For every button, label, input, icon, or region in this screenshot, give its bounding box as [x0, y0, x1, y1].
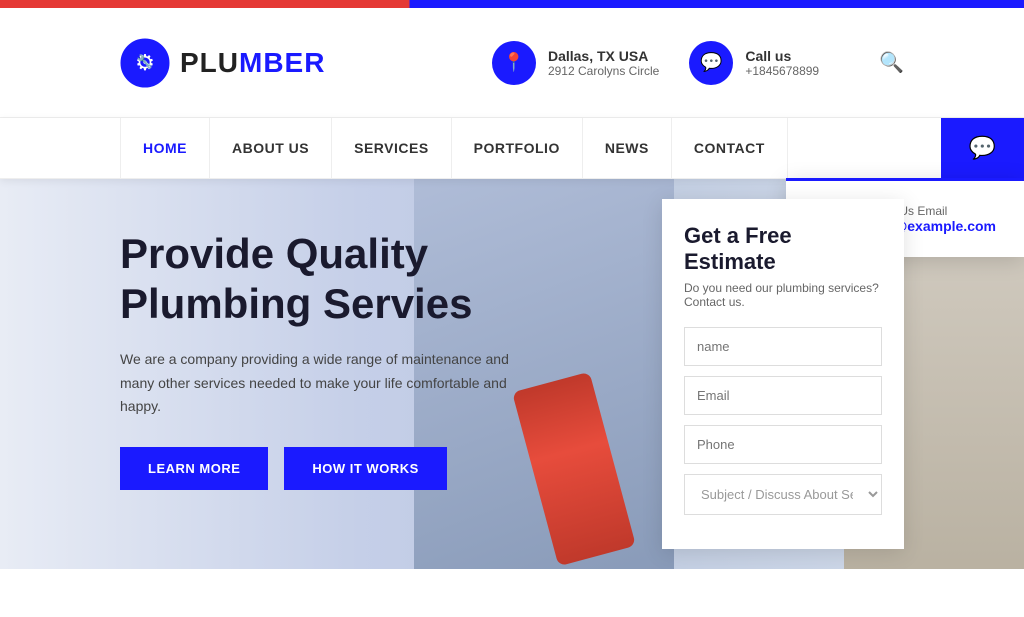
logo-text: PLUMBER	[180, 47, 325, 79]
email-input[interactable]	[684, 376, 882, 415]
search-button[interactable]: 🔍	[879, 50, 904, 75]
hero-title-line1: Provide Quality	[120, 230, 428, 277]
how-it-works-button[interactable]: HOW IT WORKS	[284, 447, 446, 490]
estimate-form: Subject / Discuss About Service Pipe Rep…	[684, 327, 882, 525]
logo-area: ⚙ 🔧 PLUMBER	[120, 38, 492, 88]
phone-label: Call us	[745, 48, 819, 64]
estimate-card: Get a Free Estimate Do you need our plum…	[662, 199, 904, 549]
nav-link-portfolio[interactable]: PORTFOLIO	[452, 118, 583, 178]
phone-info: 💬 Call us +1845678899	[689, 41, 819, 85]
nav-item-about[interactable]: ABOUT US	[210, 118, 332, 178]
phone-input[interactable]	[684, 425, 882, 464]
nav-link-about[interactable]: ABOUT US	[210, 118, 332, 178]
hero-section: Provide Quality Plumbing Servies We are …	[0, 179, 1024, 569]
hero-buttons: LEARN MORE HOW IT WORKS	[120, 447, 540, 490]
address-value: 2912 Carolyns Circle	[548, 64, 659, 78]
header-info: 📍 Dallas, TX USA 2912 Carolyns Circle 💬 …	[492, 41, 904, 85]
subject-select[interactable]: Subject / Discuss About Service Pipe Rep…	[684, 474, 882, 515]
header: ⚙ 🔧 PLUMBER 📍 Dallas, TX USA 2912 Caroly…	[0, 8, 1024, 118]
hero-title-line2: Plumbing Servies	[120, 280, 472, 327]
nav-item-portfolio[interactable]: PORTFOLIO	[452, 118, 583, 178]
nav-link-home[interactable]: HOME	[120, 118, 210, 178]
nav-email-block[interactable]: 💬	[941, 118, 1024, 178]
phone-value: +1845678899	[745, 64, 819, 78]
hero-content: Provide Quality Plumbing Servies We are …	[120, 229, 540, 490]
nav-link-services[interactable]: SERVICES	[332, 118, 452, 178]
nav-links: HOME ABOUT US SERVICES PORTFOLIO NEWS CO…	[120, 118, 788, 178]
phone-icon: 💬	[689, 41, 733, 85]
address-label: Dallas, TX USA	[548, 48, 659, 64]
address-info: 📍 Dallas, TX USA 2912 Carolyns Circle	[492, 41, 659, 85]
logo-icon: ⚙ 🔧	[120, 38, 170, 88]
top-bar	[0, 0, 1024, 8]
hero-title: Provide Quality Plumbing Servies	[120, 229, 540, 330]
navigation: HOME ABOUT US SERVICES PORTFOLIO NEWS CO…	[0, 118, 1024, 179]
phone-text: Call us +1845678899	[745, 48, 819, 78]
nav-item-news[interactable]: NEWS	[583, 118, 672, 178]
name-input[interactable]	[684, 327, 882, 366]
svg-text:🔧: 🔧	[137, 53, 153, 69]
nav-item-services[interactable]: SERVICES	[332, 118, 452, 178]
nav-item-home[interactable]: HOME	[120, 118, 210, 178]
estimate-title: Get a Free Estimate	[684, 223, 882, 275]
location-icon: 📍	[492, 41, 536, 85]
nav-link-contact[interactable]: CONTACT	[672, 118, 788, 178]
learn-more-button[interactable]: LEARN MORE	[120, 447, 268, 490]
nav-link-news[interactable]: NEWS	[583, 118, 672, 178]
estimate-subtitle: Do you need our plumbing services? Conta…	[684, 281, 882, 309]
email-nav-icon: 💬	[969, 135, 996, 161]
address-text: Dallas, TX USA 2912 Carolyns Circle	[548, 48, 659, 78]
nav-item-contact[interactable]: CONTACT	[672, 118, 788, 178]
hero-description: We are a company providing a wide range …	[120, 348, 540, 419]
